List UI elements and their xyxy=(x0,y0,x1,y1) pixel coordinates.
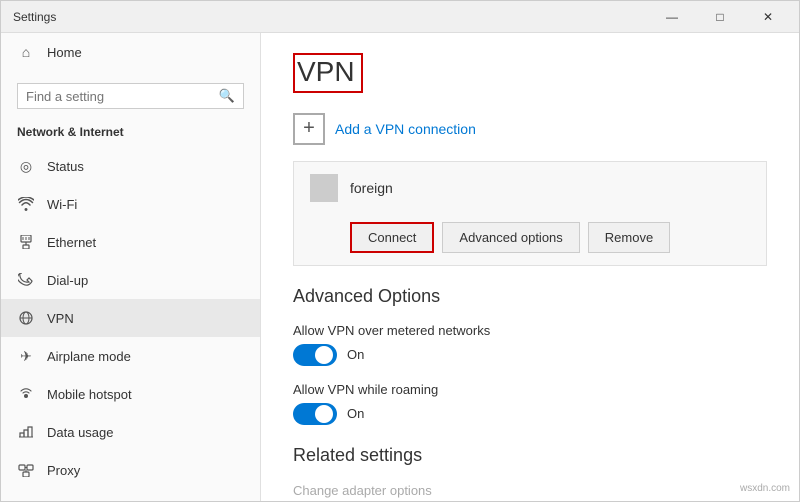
vpn-item-avatar xyxy=(310,174,338,202)
sidebar-item-home[interactable]: ⌂ Home xyxy=(1,33,260,71)
connect-button[interactable]: Connect xyxy=(350,222,434,253)
close-button[interactable]: ✕ xyxy=(745,1,791,33)
sidebar-search-box[interactable]: 🔍 xyxy=(17,83,244,109)
vpn-item-buttons: Connect Advanced options Remove xyxy=(310,214,750,265)
sidebar-item-label-proxy: Proxy xyxy=(47,463,80,478)
minimize-button[interactable]: — xyxy=(649,1,695,33)
wifi-icon xyxy=(17,195,35,213)
sidebar-item-dialup[interactable]: Dial-up xyxy=(1,261,260,299)
sidebar-item-label-vpn: VPN xyxy=(47,311,74,326)
content-area: ⌂ Home 🔍 Network & Internet ◎ Status xyxy=(1,33,799,501)
home-icon: ⌂ xyxy=(17,43,35,61)
datausage-icon xyxy=(17,423,35,441)
sidebar-item-label-status: Status xyxy=(47,159,84,174)
add-vpn-icon: + xyxy=(293,113,325,145)
sidebar-item-label-ethernet: Ethernet xyxy=(47,235,96,250)
sidebar-item-ethernet[interactable]: Ethernet xyxy=(1,223,260,261)
page-title: VPN xyxy=(293,53,363,93)
toggle-roaming-state: On xyxy=(347,406,364,421)
toggle-roaming-container: On xyxy=(293,403,767,425)
airplane-icon: ✈ xyxy=(17,347,35,365)
sidebar-item-label-airplane: Airplane mode xyxy=(47,349,131,364)
settings-window: Settings — □ ✕ ⌂ Home 🔍 Network & Intern… xyxy=(0,0,800,502)
sidebar-item-status[interactable]: ◎ Status xyxy=(1,147,260,185)
vpn-icon xyxy=(17,309,35,327)
sidebar-item-datausage[interactable]: Data usage xyxy=(1,413,260,451)
toggle-metered-row: Allow VPN over metered networks On xyxy=(293,323,767,366)
add-vpn-row[interactable]: + Add a VPN connection xyxy=(293,113,767,145)
title-bar: Settings — □ ✕ xyxy=(1,1,799,33)
toggle-metered-state: On xyxy=(347,347,364,362)
window-controls: — □ ✕ xyxy=(649,1,791,33)
add-vpn-label: Add a VPN connection xyxy=(335,121,476,137)
main-content: VPN + Add a VPN connection foreign Conne… xyxy=(261,33,799,501)
ethernet-icon xyxy=(17,233,35,251)
sidebar-item-wifi[interactable]: Wi-Fi xyxy=(1,185,260,223)
vpn-item-row: foreign xyxy=(310,174,750,202)
toggle-roaming[interactable] xyxy=(293,403,337,425)
vpn-item-card: foreign Connect Advanced options Remove xyxy=(293,161,767,266)
sidebar-item-vpn[interactable]: VPN xyxy=(1,299,260,337)
hotspot-icon xyxy=(17,385,35,403)
window-title: Settings xyxy=(13,10,56,24)
toggle-metered-label: Allow VPN over metered networks xyxy=(293,323,767,338)
sidebar: ⌂ Home 🔍 Network & Internet ◎ Status xyxy=(1,33,261,501)
sidebar-item-label-hotspot: Mobile hotspot xyxy=(47,387,132,402)
status-icon: ◎ xyxy=(17,157,35,175)
sidebar-section-title: Network & Internet xyxy=(1,121,260,147)
related-settings-section: Related settings Change adapter options xyxy=(293,445,767,498)
search-input[interactable] xyxy=(26,89,219,104)
toggle-roaming-row: Allow VPN while roaming On xyxy=(293,382,767,425)
sidebar-item-airplane[interactable]: ✈ Airplane mode xyxy=(1,337,260,375)
toggle-metered-container: On xyxy=(293,344,767,366)
related-settings-title: Related settings xyxy=(293,445,767,466)
sidebar-home-label: Home xyxy=(47,45,82,60)
watermark: wsxdn.com xyxy=(740,483,790,494)
sidebar-item-hotspot[interactable]: Mobile hotspot xyxy=(1,375,260,413)
advanced-options-button[interactable]: Advanced options xyxy=(442,222,579,253)
change-adapter-link[interactable]: Change adapter options xyxy=(293,483,432,498)
advanced-options-title: Advanced Options xyxy=(293,286,767,307)
sidebar-item-label-datausage: Data usage xyxy=(47,425,114,440)
sidebar-item-label-wifi: Wi-Fi xyxy=(47,197,77,212)
vpn-item-name: foreign xyxy=(350,180,393,196)
dialup-icon xyxy=(17,271,35,289)
remove-button[interactable]: Remove xyxy=(588,222,670,253)
sidebar-item-proxy[interactable]: Proxy xyxy=(1,451,260,489)
toggle-metered[interactable] xyxy=(293,344,337,366)
proxy-icon xyxy=(17,461,35,479)
toggle-roaming-label: Allow VPN while roaming xyxy=(293,382,767,397)
maximize-button[interactable]: □ xyxy=(697,1,743,33)
search-icon: 🔍 xyxy=(219,88,235,104)
sidebar-item-label-dialup: Dial-up xyxy=(47,273,88,288)
